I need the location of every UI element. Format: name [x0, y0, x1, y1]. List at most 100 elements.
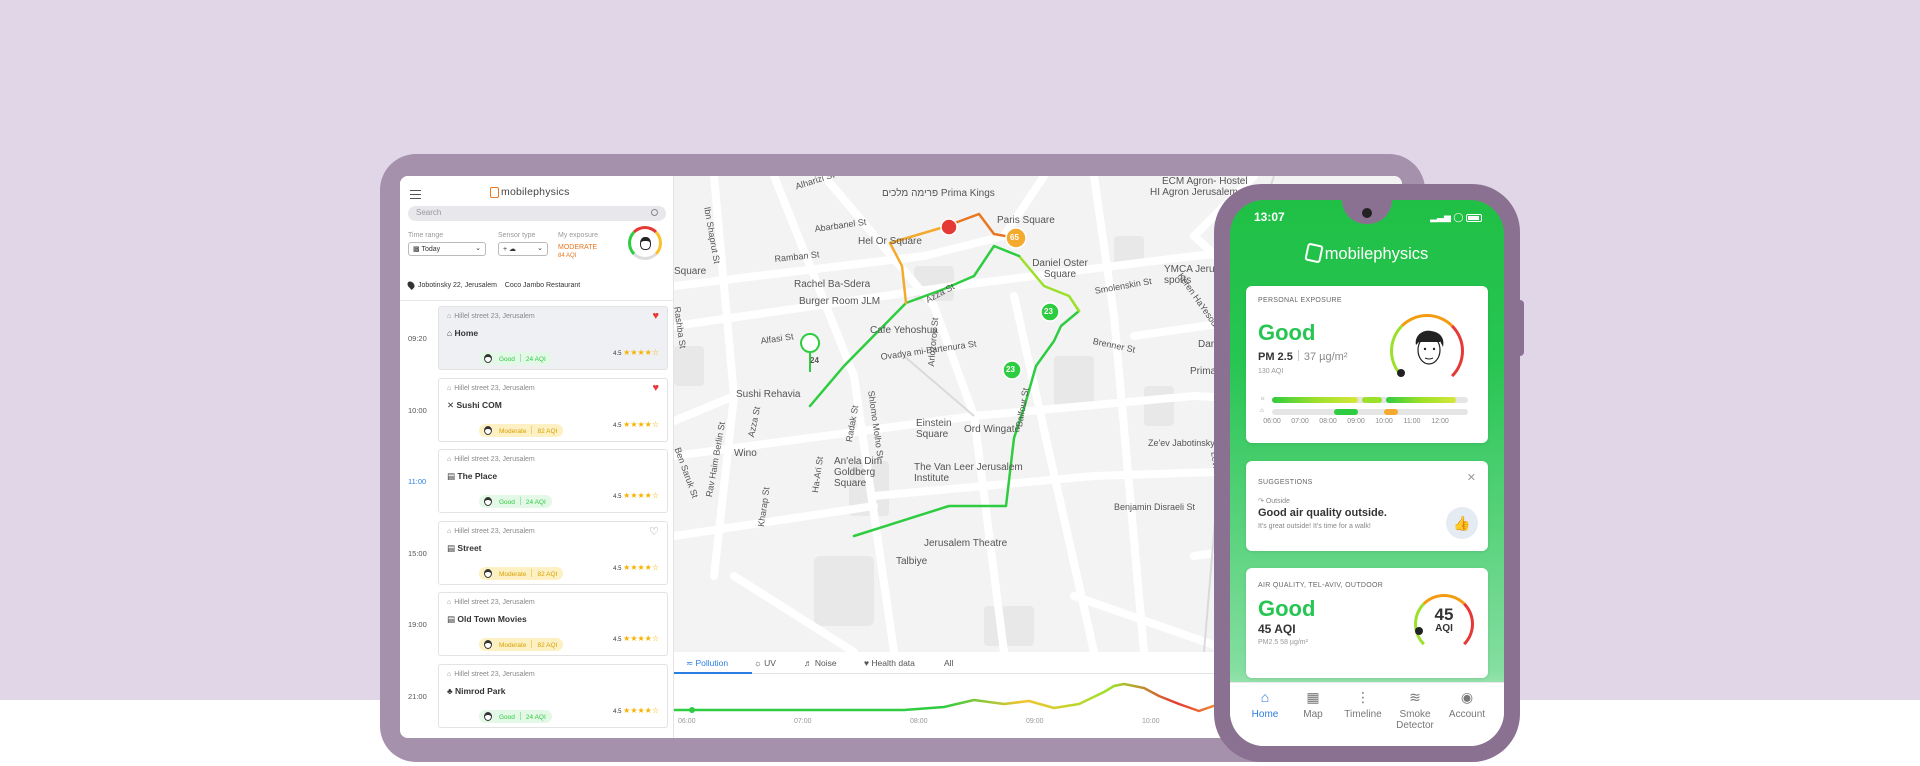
tab-all[interactable]: All [944, 658, 953, 668]
timeline-card[interactable]: Hillel street 23, Jerusalem ♣ Nimrod Park… [438, 663, 668, 728]
tab-all-label: All [944, 658, 954, 668]
face-avatar-icon [484, 711, 492, 721]
timeline-card[interactable]: Hillel street 23, Jerusalem ♥ ✕ Sushi COM M… [438, 377, 668, 442]
brand-logo: mobilephysics [490, 186, 570, 198]
time-range-select[interactable]: ▩ Today ⌄ [408, 242, 486, 256]
tab-health-label: Health data [871, 658, 915, 668]
badge-aqi: 24 AQI [525, 713, 546, 721]
nav-smoke-detector[interactable]: ≋ Smoke Detector [1388, 689, 1442, 731]
badge-quality: Good [499, 356, 515, 363]
pin-icon [406, 280, 416, 290]
sensor-type-select[interactable]: + ☁ ⌄ [498, 242, 548, 256]
hour-label: 07:00 [1291, 418, 1309, 425]
street-label: Wino [734, 448, 757, 459]
bar-segment [1272, 397, 1358, 403]
place-address: Hillel street 23, Jerusalem [447, 671, 535, 678]
tab-health-data[interactable]: ♥ Health data [864, 658, 915, 668]
time-range-label: Time range [408, 232, 444, 239]
bar-segment [1334, 409, 1358, 415]
tab-pollution-label: Pollution [695, 658, 729, 668]
air-quality-badge: Moderate 82 AQI [479, 423, 564, 437]
place-address: Hillel street 23, Jerusalem [447, 385, 535, 392]
close-icon[interactable]: ✕ [1467, 471, 1476, 484]
chart-tick: 09:00 [1026, 718, 1044, 725]
place-rating: 4.5 ★★★★☆ [613, 491, 659, 500]
map-icon: ▦ [1306, 689, 1320, 705]
star-rating-icon: ★★★★☆ [623, 705, 659, 715]
rating-value: 4.5 [613, 422, 622, 429]
place-name: ⌂ Home [447, 328, 478, 338]
air-quality-badge: Good 24 AQI [479, 709, 552, 723]
badge-aqi: 24 AQI [525, 499, 546, 506]
search-input[interactable]: Search [408, 206, 666, 221]
face-avatar-icon [484, 497, 492, 506]
place-name-text: Sushi COM [456, 399, 502, 410]
chart-tick: 08:00 [910, 718, 928, 725]
street-label: Paris Square [997, 215, 1055, 226]
favorite-heart-icon[interactable]: ♥ [652, 310, 659, 322]
air-quality-card[interactable]: AIR QUALITY, TEL-AVIV, OUTDOOR Good 45 A… [1246, 568, 1488, 678]
tab-pollution[interactable]: ≂ Pollution [686, 658, 728, 669]
street-label: Einstein Square [916, 418, 952, 440]
hamburger-menu-icon[interactable] [410, 190, 421, 199]
building-icon: ▤ [447, 471, 456, 481]
phone-notch [1342, 200, 1392, 224]
signal-icon: ▂▃▅ [1430, 212, 1451, 222]
gauge-pointer [1397, 369, 1405, 377]
nav-home[interactable]: ⌂ Home [1238, 689, 1292, 720]
marker-label-23a: 23 [1044, 307, 1053, 316]
aqi-gauge-unit: AQI [1435, 623, 1453, 634]
timeline-card[interactable]: Hillel street 23, Jerusalem ▤ Old Town Mo… [438, 592, 668, 656]
favorite-heart-icon[interactable]: ♥ [652, 382, 659, 394]
sensor-type-value: + ☁ [503, 246, 517, 253]
timeline-item: 11:00 Hillel street 23, Jerusalem ▤ The Pl… [400, 449, 673, 521]
logo-mark-icon [490, 186, 499, 198]
pollutant-value: 37 µg/m² [1303, 351, 1348, 363]
brand-name: mobilephysics [1324, 245, 1429, 263]
timeline-card[interactable]: Hillel street 23, Jerusalem ♥ ⌂ Home Good 24… [438, 306, 668, 370]
aqi-gauge-value: 45 [1434, 605, 1454, 624]
star-rating-icon: ★★★★☆ [623, 419, 659, 429]
place-name: ▤ Old Town Movies [447, 614, 527, 625]
nav-timeline[interactable]: ⋮ Timeline [1336, 689, 1390, 720]
thumbs-up-button[interactable]: 👍 [1446, 507, 1478, 539]
exposure-gauge [628, 226, 662, 260]
rating-value: 4.5 [613, 708, 622, 715]
favorite-heart-outline-icon[interactable]: ♡ [649, 525, 659, 538]
place-address: Hillel street 23, Jerusalem [447, 313, 535, 320]
suggestion-context-text: Outside [1265, 498, 1290, 505]
suggestions-card[interactable]: SUGGESTIONS ✕ ↷ Outside Good air quality… [1246, 461, 1488, 551]
face-avatar-icon [1415, 330, 1444, 365]
sidebar-header: mobilephysics Search [400, 176, 673, 221]
exposure-value: MODERATE [558, 244, 598, 251]
wifi-icon: ◯ [1453, 212, 1464, 222]
exposure-gauge [1390, 314, 1464, 388]
exposure-status: Good [1258, 320, 1316, 345]
brand-name: mobilephysics [501, 186, 570, 198]
place-name: ▤ The Place [447, 471, 497, 482]
street-label: Hel Or Square [858, 236, 922, 247]
suggestion-context: ↷ Outside [1258, 497, 1290, 505]
street-label: Square [674, 266, 707, 277]
home-icon: ⌂ [1260, 408, 1264, 414]
exposure-label: My exposure [558, 232, 599, 239]
timeline-card[interactable]: Hillel street 23, Jerusalem ▤ The Place Go… [438, 449, 668, 513]
marker-label-23b: 23 [1006, 365, 1015, 374]
timeline-item: 21:00 Hillel street 23, Jerusalem ♣ Nimrod… [400, 663, 673, 736]
nav-label: Home [1251, 709, 1279, 720]
exposure-aqi: 84 AQI [558, 253, 577, 259]
street-label: HI Agron Jerusalem [1150, 187, 1238, 198]
personal-exposure-card[interactable]: PERSONAL EXPOSURE Good PM 2.5 37 µg/m² 13… [1246, 286, 1488, 443]
place-address: Hillel street 23, Jerusalem [447, 456, 535, 463]
timeline-item: 19:00 Hillel street 23, Jerusalem ▤ Old To… [400, 592, 673, 664]
rating-value: 4.5 [613, 565, 622, 572]
air-quality-badge: Good 24 AQI [479, 495, 552, 508]
timeline-card[interactable]: Hillel street 23, Jerusalem ♡ ▤ Street Mode… [438, 520, 668, 585]
tab-uv[interactable]: ☼ UV [754, 658, 776, 668]
nav-map[interactable]: ▦ Map [1286, 689, 1340, 720]
nav-account[interactable]: ◉ Account [1440, 689, 1494, 720]
tab-noise[interactable]: ♬ Noise [804, 658, 837, 668]
chevron-down-icon: ⌄ [475, 245, 481, 252]
card-title: PERSONAL EXPOSURE [1258, 297, 1342, 304]
logo-mark-icon [1303, 242, 1324, 264]
